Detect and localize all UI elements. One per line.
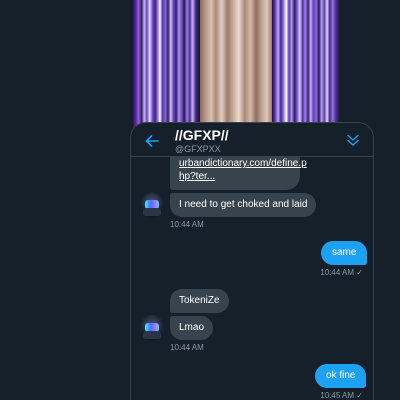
message-bubble-link[interactable]: urbandictionary.com/define.p hp?ter... xyxy=(170,156,307,190)
message-link-text-line-1[interactable]: urbandictionary.com/define.p xyxy=(179,157,307,170)
artwork-glitch-strip-middle xyxy=(200,0,272,128)
message-timestamp-outgoing: 10:45 AM ✓ xyxy=(320,391,363,400)
message-bubble-outgoing[interactable]: same xyxy=(321,241,368,265)
direct-message-drawer: //GFXP// @GFXPXX urbandictionary.com/def… xyxy=(130,122,374,400)
read-receipt-icon: ✓ xyxy=(356,391,363,400)
message-time: 10:44 AM xyxy=(320,268,355,277)
message-time: 10:45 AM xyxy=(320,391,355,400)
chat-header[interactable]: //GFXP// @GFXPXX xyxy=(131,123,373,157)
message-link-text-line-2[interactable]: hp?ter... xyxy=(179,170,291,183)
back-button[interactable] xyxy=(144,133,160,149)
message-timestamp: 10:44 AM xyxy=(170,220,204,229)
background-artwork xyxy=(132,0,340,128)
collapse-drawer-button[interactable] xyxy=(345,132,361,148)
double-chevron-down-icon xyxy=(347,134,359,146)
message-timestamp: 10:44 AM xyxy=(170,343,204,352)
read-receipt-icon: ✓ xyxy=(356,268,363,277)
artwork-glitch-strip-right xyxy=(272,0,340,128)
artwork-glitch-strip-left xyxy=(132,0,200,128)
page: //GFXP// @GFXPXX urbandictionary.com/def… xyxy=(0,0,400,400)
message-bubble-incoming[interactable]: I need to get choked and laid xyxy=(170,193,317,217)
message-bubble-incoming[interactable]: Lmao xyxy=(170,316,214,340)
conversation-title: //GFXP// xyxy=(175,127,229,143)
arrow-left-icon xyxy=(145,135,159,147)
message-bubble-outgoing[interactable]: ok fine xyxy=(315,364,367,388)
conversation-handle: @GFXPXX xyxy=(175,144,221,154)
avatar[interactable] xyxy=(139,315,165,341)
avatar[interactable] xyxy=(139,192,165,218)
message-bubble-incoming[interactable]: TokeniZe xyxy=(170,289,229,313)
message-timestamp-outgoing: 10:44 AM ✓ xyxy=(320,268,363,278)
